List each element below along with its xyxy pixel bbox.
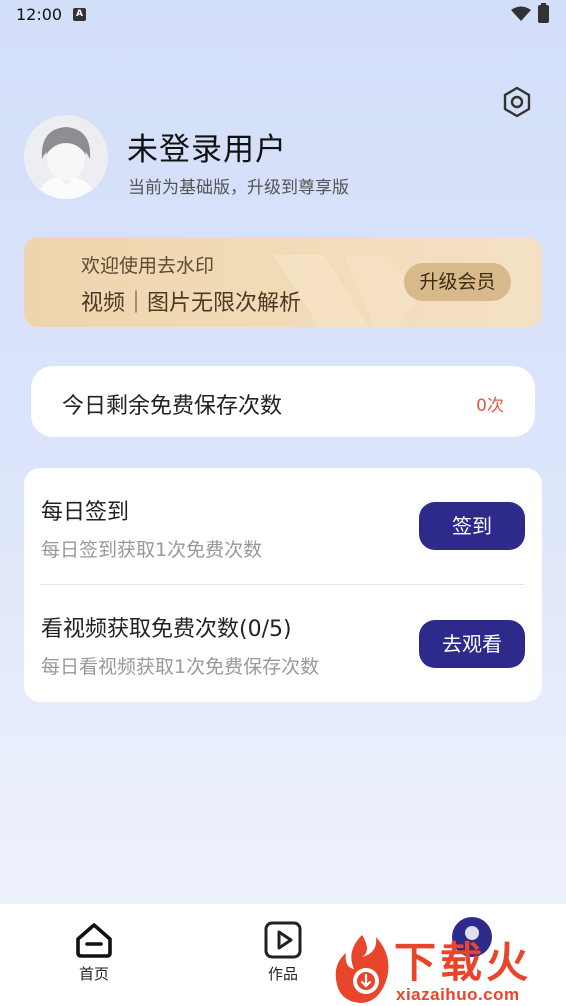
watermark: 下载火 xiazaihuo.com: [332, 927, 566, 1006]
notification-icon: A: [73, 8, 86, 21]
watch-video-button[interactable]: 去观看: [419, 620, 525, 668]
watermark-url: xiazaihuo.com: [396, 985, 520, 1004]
video-play-icon: [264, 921, 302, 959]
account-subtitle: 当前为基础版，升级到尊享版: [128, 178, 349, 198]
status-time: 12:00: [16, 5, 63, 24]
upgrade-vip-button[interactable]: 升级会员: [404, 263, 511, 301]
vip-feature-text: 视频｜图片无限次解析: [81, 291, 302, 316]
tab-label: 作品: [267, 965, 298, 983]
avatar[interactable]: [24, 115, 108, 199]
battery-icon: [538, 3, 549, 23]
tab-label: 首页: [78, 965, 109, 983]
task-row-watch-video: 看视频获取免费次数(0/5) 每日看视频获取1次免费保存次数 去观看: [24, 585, 542, 702]
task-title: 每日签到: [41, 500, 130, 525]
username[interactable]: 未登录用户: [127, 124, 287, 169]
free-quota-count: 0次: [476, 396, 504, 416]
wifi-icon: [511, 6, 531, 21]
vip-banner[interactable]: 欢迎使用去水印 视频｜图片无限次解析 升级会员: [24, 237, 542, 327]
task-card: 每日签到 每日签到获取1次免费次数 签到 看视频获取免费次数(0/5) 每日看视…: [24, 468, 542, 702]
task-title: 看视频获取免费次数(0/5): [41, 617, 292, 642]
flame-logo-icon: [335, 935, 389, 1003]
tab-works[interactable]: 作品: [223, 904, 343, 1004]
task-description: 每日看视频获取1次免费保存次数: [41, 656, 320, 678]
free-quota-label: 今日剩余免费保存次数: [62, 394, 283, 419]
home-icon: [76, 923, 112, 958]
tab-home[interactable]: 首页: [34, 904, 154, 1004]
avatar-placeholder-icon: [24, 115, 108, 199]
checkin-button[interactable]: 签到: [419, 502, 525, 550]
task-description: 每日签到获取1次免费次数: [41, 539, 263, 561]
settings-icon[interactable]: [501, 86, 533, 118]
watermark-text: 下载火: [394, 938, 533, 987]
status-bar: 12:00 A: [0, 0, 566, 30]
task-row-checkin: 每日签到 每日签到获取1次免费次数 签到: [24, 468, 542, 585]
vip-welcome-text: 欢迎使用去水印: [81, 255, 215, 277]
free-quota-card: 今日剩余免费保存次数 0次: [31, 366, 535, 437]
